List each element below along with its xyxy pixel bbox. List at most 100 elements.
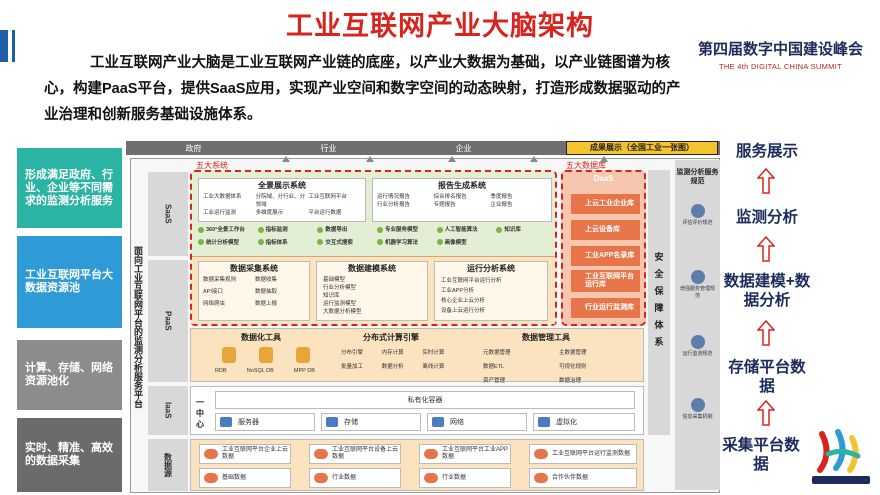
source-item: 行业数据 <box>309 468 401 488</box>
monitor-caption: 监测分析服务规范 <box>676 169 719 185</box>
model-item: 大数据分析模型 <box>323 309 362 315</box>
report-item: 行业分析报告 <box>377 202 411 208</box>
layer-saas: SaaS <box>148 172 188 256</box>
left-box-collect: 实时、精准、高效的数据采集 <box>17 418 122 492</box>
intro-paragraph: 工业互联网产业大脑是工业互联网产业链的底座，以产业大数据为基础，以产业链图谱为核… <box>44 55 681 123</box>
flow-service-display: 服务展示 <box>735 143 798 160</box>
manage-item: 数据治理 <box>559 378 582 384</box>
summit-name-en: THE 4th DIGITAL CHINA SUMMIT <box>719 62 842 71</box>
saas-tool: 画像模型 <box>436 239 493 251</box>
up-marker-icon <box>600 156 608 162</box>
saas-tools-row: 360°全景工作台 指标监测 数据导出 专业服务模型 人工智能算法 知识库 统计… <box>198 226 552 250</box>
source-item: 基础数据 <box>199 468 291 488</box>
up-marker-icon <box>282 156 290 162</box>
db-list: RDB NoSQL DB MPP DB <box>205 367 325 375</box>
report-system: 报告生成系统 运行情况报告 综合排名报告 季度报告 行业分析报告 专题报告 企业… <box>372 178 552 222</box>
source-item: 工业互联网平台设备上云数据 <box>309 444 401 464</box>
saas-tool: 知识库 <box>496 226 552 238</box>
monitor-item: 评估评价规范 <box>679 204 716 227</box>
source-item: 工业互联网平台工业APP数据 <box>419 444 511 464</box>
manage-item: 数据ETL <box>483 364 505 370</box>
source-item: 合作伙伴数据 <box>529 468 637 488</box>
up-arrow-icon <box>757 400 775 426</box>
data-manage-title: 数据管理工具 <box>522 333 570 342</box>
db-item: NoSQL DB <box>246 368 274 374</box>
monitor-item: 运行监测规范 <box>679 335 716 358</box>
paas-systems: 数据采集系统 数据采集规则 数据收集 API接口 数据抽取 网络爬虫 数据上报 … <box>192 256 555 324</box>
run-item: 核心企业上云分析 <box>441 298 486 304</box>
fd-item: 工业运行监测 <box>203 210 237 216</box>
accent-bar-thin <box>12 30 15 62</box>
virtualization-icon <box>538 417 550 427</box>
cloud-icon <box>204 473 218 483</box>
storage-icon <box>326 417 338 427</box>
source-item: 工业互联网平台运行监测数据 <box>529 444 637 464</box>
report-item: 综合排名报告 <box>433 194 467 200</box>
saas-tool: 机器学习算法 <box>377 239 433 251</box>
collect-item: 网络爬虫 <box>203 301 226 307</box>
database-icon <box>258 347 273 363</box>
summit-logo: 第四届数字中国建设峰会 THE 4th DIGITAL CHINA SUMMIT <box>688 38 873 71</box>
saas-tool: 人工智能算法 <box>436 226 493 238</box>
left-box-monitoring: 形成满足政府、行业、企业等不同需求的监测分析服务 <box>17 148 122 228</box>
saas-tool: 统计分析模型 <box>198 239 254 251</box>
fd-item: 工业大数据体系 <box>203 194 242 200</box>
network-icon <box>432 417 444 427</box>
report-title: 报告生成系统 <box>438 181 486 190</box>
collect-item: 数据抽取 <box>255 289 278 295</box>
saas-tool: 专业服务模型 <box>377 226 433 238</box>
data-source-region: 工业互联网平台企业上云数据 工业互联网平台设备上云数据 工业互联网平台工业APP… <box>190 439 644 491</box>
showcase-banner: 成果展示（全国工业一张图） <box>566 141 718 155</box>
report-item: 季度报告 <box>490 194 513 200</box>
db-item: MPP DB <box>293 368 315 374</box>
audience-enterprise: 企业 <box>455 143 472 153</box>
one-center-label: 一中心 <box>196 398 204 429</box>
monitor-item: 信息采集机制 <box>679 398 716 421</box>
fd-item: 多维度展示 <box>255 210 284 216</box>
database-icon <box>222 347 237 363</box>
daas-db: 工业APP名录库 <box>571 246 640 266</box>
model-title: 数据建模系统 <box>348 264 396 273</box>
flow-monitor-analysis: 监测分析 <box>735 209 798 226</box>
fd-item: 工业互联网平台 <box>308 194 347 200</box>
flow-storage: 存储平台数据 <box>728 359 806 395</box>
db-icons <box>211 347 321 365</box>
collect-system: 数据采集系统 数据采集规则 数据收集 API接口 数据抽取 网络爬虫 数据上报 <box>198 261 310 321</box>
run-item: 设备上云运行分析 <box>441 308 486 314</box>
run-item: 工业互联网平台运行分析 <box>441 278 502 284</box>
up-marker-icon <box>448 156 456 162</box>
manage-item: 主数据管理 <box>559 350 587 356</box>
up-arrow-icon <box>757 320 775 346</box>
manage-item: 资产管理 <box>483 378 506 384</box>
platform-vertical-label: 面向工业互联网平台的监测分析服务平台 <box>133 245 143 408</box>
compute-engine-title: 分布式计算引擎 <box>363 333 419 342</box>
saas-tool: 指标监测 <box>257 226 314 238</box>
layer-iaas: IaaS <box>148 386 188 435</box>
up-arrow-icon <box>757 168 775 194</box>
virtual-container: 私有化容器 <box>215 391 635 409</box>
summit-mascot-logo <box>812 429 870 484</box>
saas-tool: 数据导出 <box>317 226 373 238</box>
spec-icon <box>690 398 705 412</box>
daas-title: DaaS <box>593 174 614 183</box>
monitor-spec-column: 监测分析服务规范 评估评价规范 增强服务管理规范 运行监测规范 信息采集机制 <box>675 160 720 490</box>
cloud-icon <box>204 449 218 459</box>
cloud-icon <box>424 449 438 459</box>
collect-title: 数据采集系统 <box>230 264 278 273</box>
compute-item: 离线计算 <box>422 364 445 370</box>
daas-db: 上云设备库 <box>571 220 640 240</box>
cloud-icon <box>534 473 548 483</box>
collect-item: 数据上报 <box>255 301 278 307</box>
audience-industry: 行业 <box>320 143 337 153</box>
manage-item: 可视化规则 <box>559 364 587 370</box>
compute-item: 批量加工 <box>341 364 364 370</box>
saas-tool: 交互式搜索 <box>317 239 373 251</box>
collect-item: 数据收集 <box>255 277 278 283</box>
daas-db: 上云工业企业库 <box>571 194 640 214</box>
model-item: 基础模型 <box>323 277 346 283</box>
run-item: 工业APP分析 <box>441 288 475 294</box>
spec-icon <box>690 335 705 349</box>
model-item: 知识库 <box>323 293 340 299</box>
flow-collection: 采集平台数据 <box>722 437 800 473</box>
daas-region: DaaS 上云工业企业库 上云设备库 工业APP名录库 工业互联网平台运行库 行… <box>561 170 646 326</box>
